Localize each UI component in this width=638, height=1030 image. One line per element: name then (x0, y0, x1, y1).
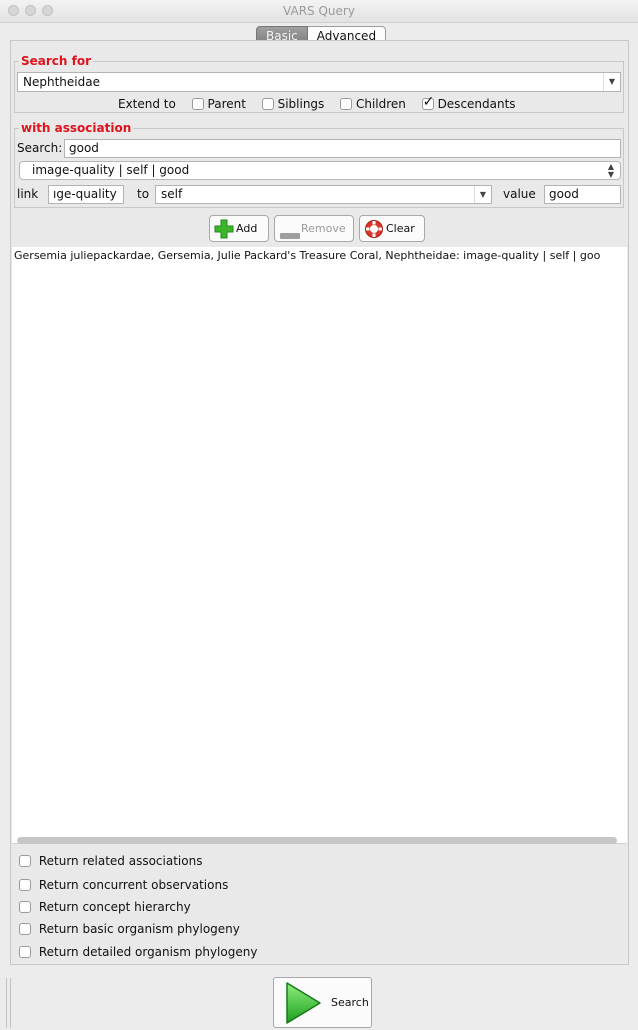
option-label: Return detailed organism phylogeny (38, 945, 258, 959)
concept-combobox[interactable]: Nephtheidae ▼ (17, 72, 621, 92)
children-label: Children (355, 97, 406, 111)
extend-descendants-option[interactable]: Descendants (421, 94, 516, 111)
to-label: to (137, 187, 150, 201)
related-associations-checkbox[interactable] (19, 855, 31, 867)
remove-button[interactable]: Remove (274, 215, 354, 242)
option-detailed-phylogeny[interactable]: Return detailed organism phylogeny (19, 944, 257, 960)
descendants-label: Descendants (437, 97, 516, 111)
search-for-group: Search for Nephtheidae ▼ Extend to Paren… (14, 54, 624, 113)
horizontal-scrollbar[interactable] (17, 837, 617, 844)
up-down-arrows-icon: ▲ ▼ (607, 162, 614, 179)
concept-value: Nephtheidae (23, 75, 100, 89)
parent-label: Parent (207, 97, 246, 111)
parent-checkbox[interactable] (191, 98, 204, 110)
to-value: self (161, 187, 183, 201)
list-item[interactable]: Gersemia juliepackardae, Gersemia, Julie… (14, 249, 600, 263)
association-search-label: Search: (17, 141, 63, 155)
concept-hierarchy-checkbox[interactable] (19, 901, 31, 913)
basic-query-panel: Search for Nephtheidae ▼ Extend to Paren… (10, 40, 629, 965)
results-list[interactable]: Gersemia juliepackardae, Gersemia, Julie… (12, 247, 627, 844)
link-label: link (17, 187, 39, 201)
add-button[interactable]: Add (209, 215, 269, 242)
siblings-label: Siblings (277, 97, 325, 111)
remove-label: Remove (301, 222, 346, 235)
minus-icon (279, 224, 301, 249)
option-related-associations[interactable]: Return related associations (19, 853, 202, 869)
option-label: Return basic organism phylogeny (38, 922, 240, 936)
search-label: Search (331, 996, 369, 1009)
association-select[interactable]: image-quality | self | good ▲ ▼ (19, 161, 621, 180)
association-legend: with association (19, 121, 134, 135)
option-concept-hierarchy[interactable]: Return concept hierarchy (19, 899, 191, 915)
link-field[interactable]: ıge-quality (48, 185, 124, 204)
chevron-down-icon[interactable]: ▼ (474, 186, 491, 203)
detailed-phylogeny-checkbox[interactable] (19, 946, 31, 958)
window-title: VARS Query (283, 4, 355, 18)
resize-grip[interactable] (6, 978, 11, 1028)
search-button[interactable]: Search (273, 977, 372, 1028)
option-label: Return concept hierarchy (38, 900, 191, 914)
clear-label: Clear (386, 222, 415, 235)
option-basic-phylogeny[interactable]: Return basic organism phylogeny (19, 921, 240, 937)
option-concurrent-observations[interactable]: Return concurrent observations (19, 877, 228, 893)
lifebuoy-icon (364, 219, 384, 248)
extend-parent-option[interactable]: Parent (191, 97, 246, 111)
association-selected-value: image-quality | self | good (32, 163, 190, 177)
clear-button[interactable]: Clear (359, 215, 425, 242)
search-for-legend: Search for (19, 54, 94, 68)
extend-siblings-option[interactable]: Siblings (261, 97, 325, 111)
extend-children-option[interactable]: Children (339, 97, 406, 111)
value-field[interactable]: good (544, 185, 621, 204)
plus-icon (214, 219, 234, 248)
concurrent-observations-checkbox[interactable] (19, 879, 31, 891)
value-label: value (503, 187, 536, 201)
siblings-checkbox[interactable] (261, 98, 274, 110)
extend-row: Extend to Parent Siblings Children Desce… (118, 94, 516, 112)
option-label: Return related associations (38, 854, 203, 868)
extend-label: Extend to (118, 97, 176, 111)
children-checkbox[interactable] (339, 98, 352, 110)
to-combobox[interactable]: self ▼ (155, 185, 492, 204)
descendants-checkbox[interactable] (421, 94, 434, 110)
chevron-down-icon[interactable]: ▼ (603, 73, 620, 91)
option-label: Return concurrent observations (38, 878, 229, 892)
association-search-input[interactable]: good (64, 139, 621, 158)
title-bar: VARS Query (0, 0, 638, 23)
play-icon (283, 980, 323, 1029)
add-label: Add (236, 222, 258, 235)
association-group: with association Search: good image-qual… (14, 121, 624, 208)
basic-phylogeny-checkbox[interactable] (19, 923, 31, 935)
